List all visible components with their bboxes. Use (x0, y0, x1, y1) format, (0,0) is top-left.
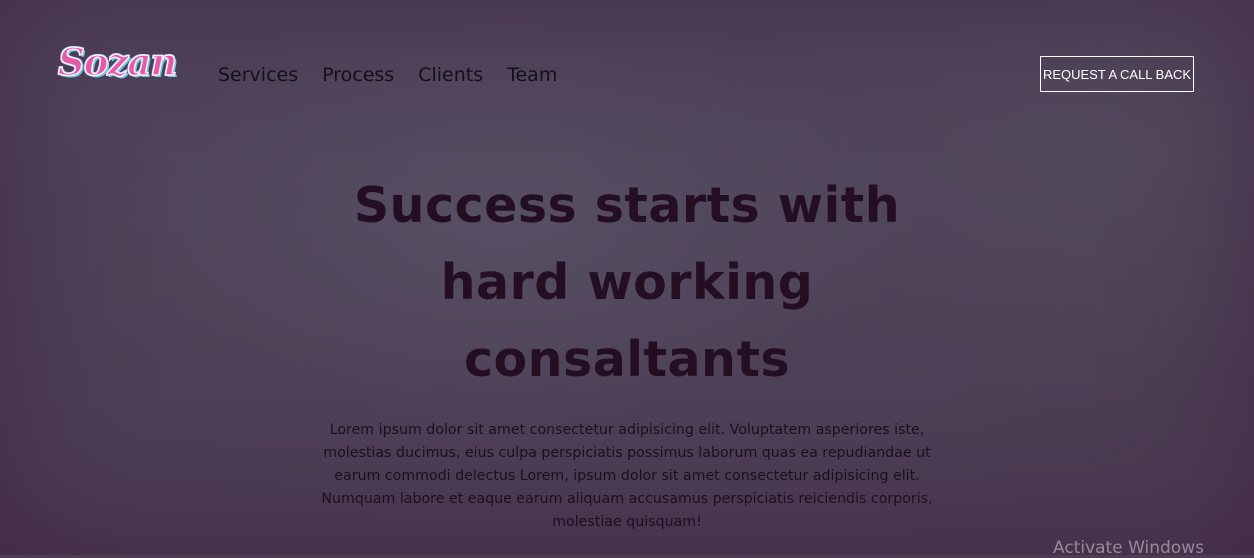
activate-windows-watermark: Activate Windows (1053, 538, 1204, 558)
request-call-back-button[interactable]: REQUEST A CALL BACK (1040, 56, 1194, 92)
nav-link-clients[interactable]: Clients (418, 63, 483, 88)
hero-title-line-1: Success starts with (353, 177, 901, 234)
hero-title-line-3: consaltants (463, 331, 791, 388)
nav-link-process[interactable]: Process (322, 63, 394, 88)
hero-description: Lorem ipsum dolor sit amet consectetur a… (321, 422, 933, 530)
main-nav: Services Process Clients Team (218, 63, 557, 88)
nav-link-services[interactable]: Services (218, 63, 298, 88)
hero-title-line-2: hard working (440, 254, 814, 311)
nav-link-team[interactable]: Team (507, 63, 557, 88)
brand-logo[interactable]: Sozan (57, 43, 178, 82)
hero-title: Success starts with hard working consalt… (300, 167, 954, 398)
